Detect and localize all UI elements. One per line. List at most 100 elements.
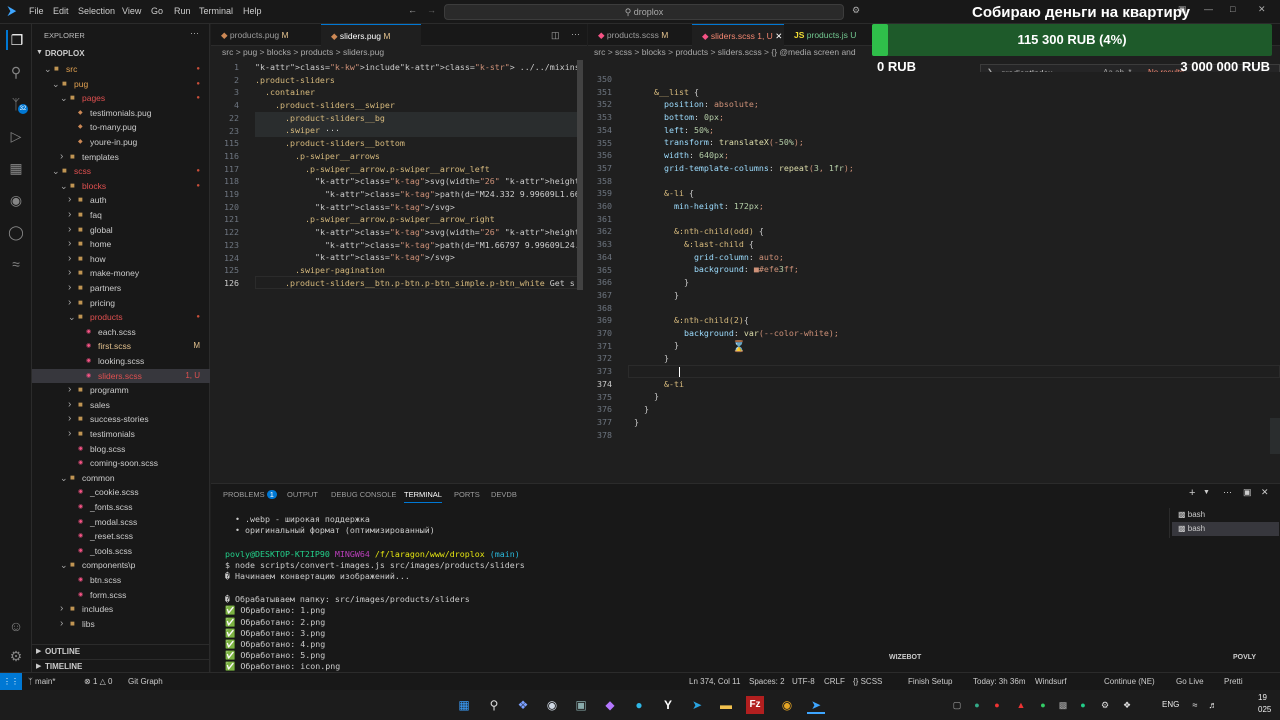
app-icon[interactable]: ◆ — [601, 696, 619, 714]
tab-devdb[interactable]: DEVDB — [491, 490, 517, 499]
search-view-icon[interactable]: ⚲ — [6, 62, 26, 82]
go-live[interactable]: Go Live — [1176, 677, 1204, 686]
tree-item[interactable]: › ■ testimonials — [32, 427, 210, 442]
tray-icon[interactable]: ● — [988, 696, 1006, 714]
terminal-output[interactable]: • .webp - широкая поддержка • оригинальн… — [211, 514, 1157, 672]
tree-item[interactable]: › ■ make-money — [32, 266, 210, 281]
menu-terminal[interactable]: Terminal — [199, 6, 233, 16]
search-icon[interactable]: ⚲ — [485, 696, 503, 714]
vscode-icon[interactable]: ➤ — [807, 696, 825, 714]
right-editor[interactable]: 350 351 352 353 354 355 356 357 358 359 360 361 362 3… — [588, 72, 1280, 482]
scrollbar[interactable] — [577, 60, 583, 290]
tree-item[interactable]: ◉ _reset.scss — [32, 529, 210, 544]
prettier[interactable]: Pretti — [1224, 677, 1243, 686]
tab-ports[interactable]: PORTS — [454, 490, 480, 499]
branch-status[interactable]: ᛉ main* — [28, 677, 55, 686]
left-editor[interactable]: 1 2 3 4 22 23 115 116 117 118 119 120 121 122 123 124 12… — [211, 60, 587, 482]
maximize-panel-icon[interactable]: ▣ — [1243, 487, 1252, 498]
tab-sliders-pug[interactable]: ◆ sliders.pug M — [321, 24, 421, 46]
tree-item[interactable]: ⌄ ■ pages ● — [32, 91, 210, 106]
tree-item[interactable]: ◉ _tools.scss — [32, 544, 210, 559]
indentation[interactable]: Spaces: 2 — [749, 677, 785, 686]
tree-item[interactable]: ⌄ ■ scss ● — [32, 164, 210, 179]
steam-icon[interactable]: ◉ — [543, 696, 561, 714]
tree-item[interactable]: › ■ auth — [32, 193, 210, 208]
clock-date[interactable]: 025 — [1258, 705, 1271, 714]
wifi-icon[interactable]: ≈ — [1186, 696, 1204, 714]
terminal-item-bash[interactable]: ▩ bash — [1172, 508, 1279, 522]
outline-section[interactable]: ▶ OUTLINE — [32, 644, 210, 658]
command-center-search[interactable]: ⚲ droplox — [444, 4, 844, 20]
close-panel-icon[interactable]: ✕ — [1261, 487, 1269, 498]
git-graph-status[interactable]: Git Graph — [128, 677, 163, 686]
tab-sliders-scss[interactable]: ◆ sliders.scss 1, U ✕ — [692, 24, 784, 46]
keyboard-language[interactable]: ENG — [1162, 700, 1179, 709]
project-header[interactable]: ▼ DROPLOX — [32, 48, 210, 62]
tree-item[interactable]: ◉ first.scss M — [32, 339, 210, 354]
explorer-icon[interactable]: ❐ — [6, 30, 26, 50]
tree-item[interactable]: ◉ coming-soon.scss — [32, 456, 210, 471]
extensions-icon[interactable]: ▦ — [6, 158, 26, 178]
more-actions-icon[interactable]: ⋯ — [1223, 487, 1232, 498]
tab-output[interactable]: OUTPUT — [287, 490, 318, 499]
tree-item[interactable]: ◉ _fonts.scss — [32, 500, 210, 515]
tab-debug-console[interactable]: DEBUG CONSOLE — [331, 490, 396, 499]
chrome-icon[interactable]: ◉ — [778, 696, 796, 714]
nav-back-icon[interactable]: ← — [408, 5, 417, 15]
tree-item[interactable]: ◉ _cookie.scss — [32, 485, 210, 500]
tree-item[interactable]: ⌄ ■ pug ● — [32, 77, 210, 92]
windsurf-icon[interactable]: ≈ — [6, 254, 26, 274]
windows-start-icon[interactable]: ▦ — [455, 696, 473, 714]
terminal-item-bash[interactable]: ▩ bash — [1172, 522, 1279, 536]
tree-item[interactable]: › ■ sales — [32, 398, 210, 413]
tray-icon[interactable]: ❖ — [1118, 696, 1136, 714]
tree-item[interactable]: › ■ success-stories — [32, 412, 210, 427]
windsurf-status[interactable]: Windsurf — [1035, 677, 1067, 686]
tree-item[interactable]: ⌄ ■ src ● — [32, 62, 210, 77]
explorer-more-icon[interactable]: ⋯ — [190, 28, 199, 39]
file-explorer-icon[interactable]: ▬ — [717, 696, 735, 714]
tree-item[interactable]: ⌄ ■ blocks ● — [32, 179, 210, 194]
tray-icon[interactable]: ● — [1074, 696, 1092, 714]
clock-time[interactable]: 19 — [1258, 693, 1267, 702]
menu-run[interactable]: Run — [174, 6, 191, 16]
tray-icon[interactable]: ▩ — [1054, 696, 1072, 714]
tab-problems[interactable]: PROBLEMS 1 — [223, 490, 277, 499]
remote-explorer-icon[interactable]: ◉ — [6, 190, 26, 210]
tree-item[interactable]: › ■ libs — [32, 617, 210, 632]
tab-products-js[interactable]: JS products.js U — [784, 24, 874, 46]
chevron-down-icon[interactable]: ▼ — [1203, 489, 1210, 496]
line-ending[interactable]: CRLF — [824, 677, 845, 686]
remote-indicator[interactable]: ⋮⋮ — [0, 673, 22, 691]
copilot-icon[interactable]: ⚙ — [852, 5, 860, 16]
menu-edit[interactable]: Edit — [53, 6, 69, 16]
tree-item[interactable]: ⌄ ■ common — [32, 471, 210, 486]
finish-setup[interactable]: Finish Setup — [908, 677, 952, 686]
right-breadcrumb[interactable]: src > scss > blocks > products > sliders… — [594, 47, 879, 57]
tray-icon[interactable]: ⚙ — [1096, 696, 1114, 714]
tree-item[interactable]: › ■ partners — [32, 281, 210, 296]
account-icon[interactable]: ☺ — [6, 616, 26, 636]
tree-item[interactable]: ◆ youre-in.pug — [32, 135, 210, 150]
tree-item[interactable]: › ■ faq — [32, 208, 210, 223]
tree-item[interactable]: › ■ global — [32, 223, 210, 238]
timeline-section[interactable]: ▶ TIMELINE — [32, 659, 210, 672]
tray-icon[interactable]: ● — [968, 696, 986, 714]
tree-item[interactable]: ◆ to-many.pug — [32, 120, 210, 135]
volume-icon[interactable]: ♬ — [1204, 696, 1222, 714]
yandex-icon[interactable]: Y — [659, 696, 677, 714]
tree-item[interactable]: › ■ programm — [32, 383, 210, 398]
tree-item[interactable]: ◉ _modal.scss — [32, 515, 210, 530]
app-icon[interactable]: ▣ — [572, 696, 590, 714]
tree-item[interactable]: › ■ pricing — [32, 296, 210, 311]
tab-products-pug[interactable]: ◆ products.pug M — [211, 24, 321, 46]
tree-item[interactable]: ◉ btn.scss — [32, 573, 210, 588]
edge-icon[interactable]: ● — [630, 696, 648, 714]
problems-status[interactable]: ⊗ 1 △ 0 — [84, 677, 112, 686]
tree-item[interactable]: › ■ home — [32, 237, 210, 252]
tray-icon[interactable]: ▲ — [1012, 696, 1030, 714]
scrollbar[interactable] — [1270, 418, 1280, 454]
tree-item[interactable]: › ■ templates — [32, 150, 210, 165]
app-icon[interactable]: ❖ — [514, 696, 532, 714]
tree-item[interactable]: ◉ each.scss — [32, 325, 210, 340]
